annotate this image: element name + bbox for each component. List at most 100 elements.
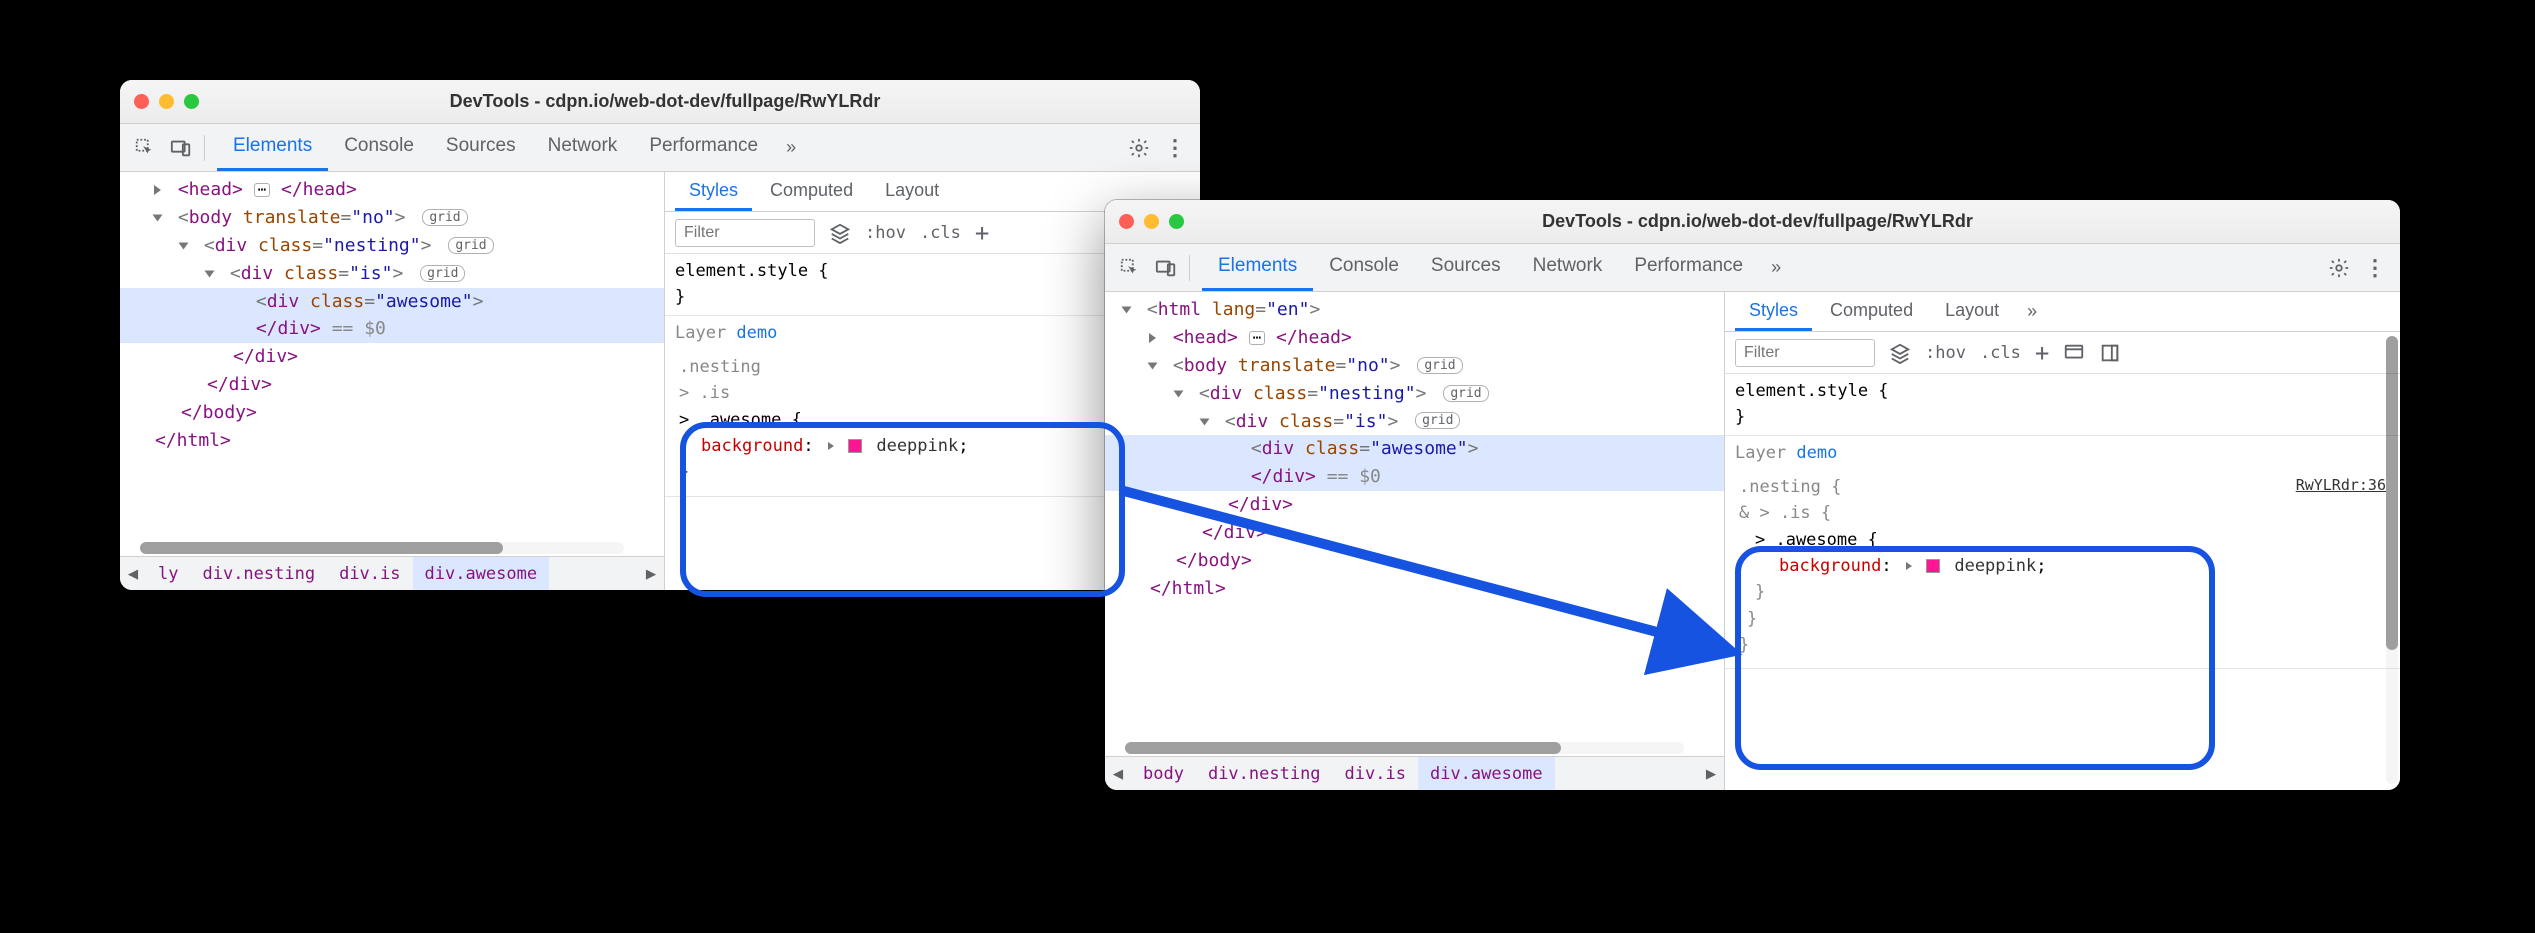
zoom-icon[interactable]	[184, 94, 199, 109]
breadcrumb-next[interactable]: ▶	[638, 564, 664, 584]
dom-node-awesome[interactable]: <div class="awesome">	[1105, 435, 1724, 463]
crumb-awesome[interactable]: div.awesome	[1418, 757, 1555, 790]
crumb-nesting[interactable]: div.nesting	[1196, 757, 1333, 790]
dom-node-body[interactable]: <body translate="no"> grid	[120, 204, 664, 232]
crumb-awesome[interactable]: div.awesome	[413, 557, 550, 590]
crumb-is[interactable]: div.is	[327, 557, 412, 590]
hov-button[interactable]: :hov	[1925, 343, 1966, 363]
subtab-computed[interactable]: Computed	[1816, 292, 1927, 331]
crumb-body[interactable]: body	[1131, 757, 1196, 790]
rule-awesome[interactable]: RwYLRdr:36 .nesting { & > .is { > .aweso…	[1725, 468, 2400, 669]
dom-node-head[interactable]: <head> ⋯ </head>	[1105, 324, 1724, 352]
layer-header[interactable]: Layer demo	[1725, 436, 2400, 468]
chevron-right-icon[interactable]	[828, 442, 834, 450]
device-toolbar-icon[interactable]	[1149, 251, 1183, 285]
chevron-right-icon[interactable]	[154, 185, 161, 195]
subtab-styles[interactable]: Styles	[1735, 292, 1812, 331]
dom-node-body-close[interactable]: </body>	[1105, 547, 1724, 575]
chevron-down-icon[interactable]	[179, 242, 189, 249]
grid-badge[interactable]: grid	[1443, 385, 1488, 402]
grid-badge[interactable]: grid	[1415, 412, 1460, 429]
dom-node-nesting-close[interactable]: </div>	[1105, 519, 1724, 547]
crumb-is[interactable]: div.is	[1333, 757, 1418, 790]
breadcrumb-next[interactable]: ▶	[1698, 764, 1724, 784]
horizontal-scrollbar[interactable]	[140, 542, 624, 554]
grid-badge[interactable]: grid	[448, 237, 493, 254]
tab-console[interactable]: Console	[328, 124, 430, 171]
chevron-down-icon[interactable]	[1174, 390, 1184, 397]
minimize-icon[interactable]	[159, 94, 174, 109]
tab-network[interactable]: Network	[1517, 244, 1619, 291]
chevron-down-icon[interactable]	[1200, 418, 1210, 425]
source-link[interactable]: RwYLRdr:36	[2296, 474, 2386, 497]
subtab-computed[interactable]: Computed	[756, 172, 867, 211]
dom-node-awesome-close[interactable]: </div> == $0	[120, 315, 664, 343]
subtab-layout[interactable]: Layout	[871, 172, 953, 211]
chevron-down-icon[interactable]	[205, 270, 215, 277]
tab-elements[interactable]: Elements	[1202, 244, 1313, 291]
device-toolbar-icon[interactable]	[164, 131, 198, 165]
chevron-right-icon[interactable]	[1149, 333, 1156, 343]
breadcrumb-prev[interactable]: ◀	[120, 564, 146, 584]
hov-button[interactable]: :hov	[865, 223, 906, 243]
tab-performance[interactable]: Performance	[1618, 244, 1759, 291]
dom-node-is-close[interactable]: </div>	[1105, 491, 1724, 519]
dom-node-body-close[interactable]: </body>	[120, 399, 664, 427]
element-style-block[interactable]: element.style { }	[1725, 374, 2400, 436]
styles-filter-input[interactable]	[675, 219, 815, 247]
minimize-icon[interactable]	[1144, 214, 1159, 229]
zoom-icon[interactable]	[1169, 214, 1184, 229]
dom-node-html[interactable]: <html lang="en">	[1105, 296, 1724, 324]
dom-node-nesting-close[interactable]: </div>	[120, 371, 664, 399]
tab-performance[interactable]: Performance	[633, 124, 774, 171]
more-tabs[interactable]: »	[776, 137, 806, 158]
inspect-icon[interactable]	[1113, 251, 1147, 285]
dom-node-head[interactable]: <head> ⋯ </head>	[120, 176, 664, 204]
cls-button[interactable]: .cls	[920, 223, 961, 243]
settings-icon[interactable]	[1122, 131, 1156, 165]
grid-badge[interactable]: grid	[422, 209, 467, 226]
breadcrumb-prev[interactable]: ◀	[1105, 764, 1131, 784]
dom-node-is[interactable]: <div class="is"> grid	[120, 260, 664, 288]
layer-name[interactable]: demo	[1796, 443, 1837, 463]
tab-sources[interactable]: Sources	[430, 124, 532, 171]
horizontal-scrollbar[interactable]	[1125, 742, 1684, 754]
dom-node-body[interactable]: <body translate="no"> grid	[1105, 352, 1724, 380]
kebab-menu-icon[interactable]: ⋮	[1158, 131, 1192, 165]
close-icon[interactable]	[134, 94, 149, 109]
inspect-icon[interactable]	[128, 131, 162, 165]
rendering-icon[interactable]	[2099, 342, 2121, 364]
dom-node-nesting[interactable]: <div class="nesting"> grid	[1105, 380, 1724, 408]
chevron-right-icon[interactable]	[1906, 562, 1912, 570]
color-swatch[interactable]	[1926, 559, 1940, 573]
device-css-icon[interactable]	[2063, 342, 2085, 364]
dom-node-is[interactable]: <div class="is"> grid	[1105, 408, 1724, 436]
dom-node-is-close[interactable]: </div>	[120, 343, 664, 371]
declaration-background[interactable]: background: deeppink;	[1739, 553, 2386, 579]
dom-node-nesting[interactable]: <div class="nesting"> grid	[120, 232, 664, 260]
new-rule-button[interactable]: +	[975, 219, 989, 247]
more-subtabs[interactable]: »	[2017, 301, 2047, 322]
color-swatch[interactable]	[848, 439, 862, 453]
crumb-body[interactable]: ly	[146, 557, 190, 590]
ellipsis-icon[interactable]: ⋯	[254, 183, 270, 197]
subtab-layout[interactable]: Layout	[1931, 292, 2013, 331]
grid-badge[interactable]: grid	[1417, 357, 1462, 374]
close-icon[interactable]	[1119, 214, 1134, 229]
ellipsis-icon[interactable]: ⋯	[1249, 331, 1265, 345]
dom-node-html-close[interactable]: </html>	[1105, 575, 1724, 603]
vertical-scrollbar[interactable]	[2386, 336, 2398, 784]
layer-name[interactable]: demo	[736, 323, 777, 343]
dom-node-html-close[interactable]: </html>	[120, 427, 664, 455]
tab-network[interactable]: Network	[532, 124, 634, 171]
dom-node-awesome-close[interactable]: </div> == $0	[1105, 463, 1724, 491]
chevron-down-icon[interactable]	[153, 214, 163, 221]
chevron-down-icon[interactable]	[1148, 362, 1158, 369]
layers-icon[interactable]	[1889, 342, 1911, 364]
layers-icon[interactable]	[829, 222, 851, 244]
settings-icon[interactable]	[2322, 251, 2356, 285]
grid-badge[interactable]: grid	[420, 265, 465, 282]
tab-elements[interactable]: Elements	[217, 124, 328, 171]
chevron-down-icon[interactable]	[1122, 307, 1132, 314]
tab-sources[interactable]: Sources	[1415, 244, 1517, 291]
